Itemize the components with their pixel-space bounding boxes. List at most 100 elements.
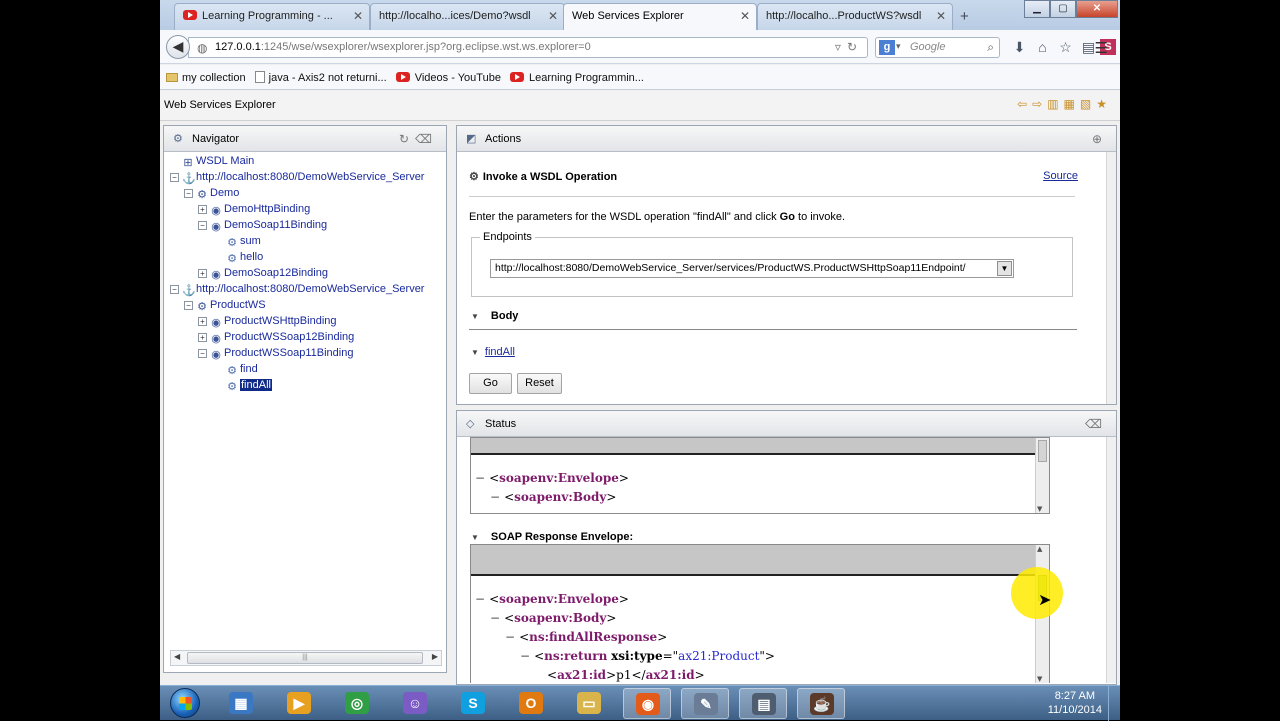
show-desktop-button[interactable]	[1108, 686, 1120, 721]
endpoint-select[interactable]: http://localhost:8080/DemoWebService_Ser…	[490, 259, 1014, 278]
favorites-icon[interactable]: ★	[1096, 97, 1112, 111]
search-icon[interactable]: ⌕	[987, 40, 994, 55]
findall-link[interactable]: findAll	[485, 346, 515, 358]
tree-node[interactable]: ⚙ hello	[226, 249, 263, 265]
tree-node-label[interactable]: ProductWS	[210, 299, 266, 311]
xml-collapse-icon[interactable]: −	[490, 490, 500, 504]
scrollbar-thumb[interactable]: |||	[187, 652, 423, 664]
status-clear-icon[interactable]: ⌫	[1085, 417, 1108, 431]
tab-close-icon[interactable]: ✕	[548, 9, 558, 23]
taskbar-messenger-button[interactable]: ☺	[391, 688, 439, 719]
maximize-icon[interactable]: ▢	[1050, 0, 1076, 18]
tree-node-label[interactable]: http://localhost:8080/DemoWebService_Ser…	[196, 171, 424, 183]
expand-icon[interactable]: +	[198, 269, 207, 278]
response-section-header[interactable]: ▼ SOAP Response Envelope:	[471, 531, 633, 543]
tree-node[interactable]: − ◉ ProductWSSoap11Binding	[198, 345, 353, 361]
tree-node[interactable]: − ⚙ Demo	[184, 185, 239, 201]
xml-collapse-icon[interactable]: −	[505, 630, 515, 644]
tab-learning-programming[interactable]: Learning Programming - ... ✕	[174, 3, 370, 30]
download-icon[interactable]: ⬇	[1008, 39, 1031, 56]
menu-icon[interactable]: ☰	[1095, 39, 1108, 57]
collapse-icon[interactable]: −	[184, 189, 193, 198]
tab-close-icon[interactable]: ✕	[740, 9, 750, 23]
tab-productws-wsdl[interactable]: http://localho...ProductWS?wsdl ✕	[757, 3, 953, 30]
tree-node-label[interactable]: WSDL Main	[196, 155, 254, 167]
start-button[interactable]	[170, 688, 200, 718]
taskbar-outlook-button[interactable]: O	[507, 688, 555, 719]
tree-node-label[interactable]: hello	[240, 251, 263, 263]
bookmark-learning-programming[interactable]: Learning Programmin...	[510, 72, 644, 84]
collapse-triangle-icon[interactable]: ▼	[471, 533, 479, 542]
tree-node-label[interactable]: ProductWSSoap12Binding	[224, 331, 354, 343]
xml-collapse-icon[interactable]: −	[475, 471, 485, 485]
findall-element[interactable]: ▼ findAll	[471, 346, 515, 358]
forward-icon[interactable]: ⇨	[1032, 97, 1047, 111]
taskbar-explorer-button[interactable]: ▦	[217, 688, 265, 719]
status-vertical-scrollbar[interactable]	[1106, 437, 1116, 683]
request-scrollbar[interactable]: ▼	[1035, 438, 1049, 513]
tab-close-icon[interactable]: ✕	[936, 9, 946, 23]
xml-collapse-icon[interactable]: −	[475, 592, 485, 606]
taskbar-folder-button[interactable]: ▭	[565, 688, 613, 719]
scroll-right-icon[interactable]: ▶	[432, 652, 438, 661]
tree-node[interactable]: + ◉ ProductWSSoap12Binding	[198, 329, 354, 345]
expand-icon[interactable]: +	[198, 205, 207, 214]
scroll-down-icon[interactable]: ▼	[1037, 675, 1042, 683]
xml-collapse-icon[interactable]: −	[490, 611, 500, 625]
system-clock[interactable]: 8:27 AM 11/10/2014	[1048, 689, 1102, 717]
wsdl-page-icon[interactable]: ▦	[1064, 97, 1080, 111]
source-link[interactable]: Source	[1043, 170, 1078, 182]
tab-close-icon[interactable]: ✕	[353, 9, 363, 23]
navigator-horizontal-scrollbar[interactable]: ◀ ||| ▶	[170, 650, 442, 666]
clear-icon[interactable]: ⌫	[415, 132, 438, 146]
tab-web-services-explorer[interactable]: Web Services Explorer ✕	[563, 3, 757, 30]
tree-node[interactable]: ⚙ findAll	[226, 377, 272, 393]
home-icon[interactable]: ⌂	[1031, 39, 1054, 56]
bookmark-my-collection[interactable]: my collection	[166, 72, 246, 84]
tree-node[interactable]: ⚙ sum	[226, 233, 261, 249]
tab-demo-wsdl[interactable]: http://localho...ices/Demo?wsdl ✕	[370, 3, 565, 30]
tree-node[interactable]: + ◉ DemoHttpBinding	[198, 201, 310, 217]
go-button[interactable]: Go	[469, 373, 512, 394]
tree-node[interactable]: + ◉ DemoSoap12Binding	[198, 265, 328, 281]
taskbar-calculator-button[interactable]: ▤	[739, 688, 787, 719]
bookmark-star-icon[interactable]: ☆	[1054, 39, 1077, 56]
minimize-icon[interactable]: ▁	[1024, 0, 1050, 18]
tree-node-label[interactable]: sum	[240, 235, 261, 247]
taskbar-skype-button[interactable]: S	[449, 688, 497, 719]
taskbar-chrome-button[interactable]: ◎	[333, 688, 381, 719]
collapse-triangle-icon[interactable]: ▼	[471, 312, 479, 321]
expand-icon[interactable]: +	[198, 333, 207, 342]
search-input[interactable]: g ▾ Google ⌕	[875, 37, 1000, 58]
collapse-icon[interactable]: −	[170, 173, 179, 182]
taskbar-media-player-button[interactable]: ▶	[275, 688, 323, 719]
tree-node-label[interactable]: DemoSoap12Binding	[224, 267, 328, 279]
tree-node[interactable]: − ◉ DemoSoap11Binding	[198, 217, 327, 233]
url-bar[interactable]: ◍ 127.0.0.1:1245/wse/wsexplorer/wsexplor…	[188, 37, 868, 58]
scroll-up-icon[interactable]: ▲	[1037, 545, 1042, 553]
tree-node-label[interactable]: ProductWSHttpBinding	[224, 315, 337, 327]
refresh-icon[interactable]: ↻	[399, 132, 415, 146]
collapse-icon[interactable]: −	[170, 285, 179, 294]
tree-node[interactable]: ⚙ find	[226, 361, 258, 377]
tree-node[interactable]: ⊞ WSDL Main	[182, 153, 254, 169]
collapse-icon[interactable]: −	[198, 221, 207, 230]
tree-node[interactable]: − ⚓http://localhost:8080/DemoWebService_S…	[170, 281, 424, 297]
tree-node[interactable]: − ⚓http://localhost:8080/DemoWebService_S…	[170, 169, 424, 185]
taskbar-firefox-button[interactable]: ◉	[623, 688, 671, 719]
engine-dropdown-icon[interactable]: ▾	[896, 41, 901, 52]
window-close-icon[interactable]: ✕	[1076, 0, 1118, 18]
reset-button[interactable]: Reset	[517, 373, 562, 394]
body-section-header[interactable]: ▼ Body	[471, 310, 518, 322]
scrollbar-thumb[interactable]	[1038, 440, 1047, 462]
expand-icon[interactable]: +	[198, 317, 207, 326]
expand-triangle-icon[interactable]: ▼	[471, 348, 479, 357]
tree-node-label[interactable]: find	[240, 363, 258, 375]
collapse-icon[interactable]: −	[198, 349, 207, 358]
new-tab-button[interactable]: +	[960, 8, 969, 25]
scroll-left-icon[interactable]: ◀	[174, 652, 180, 661]
scroll-down-icon[interactable]: ▼	[1037, 505, 1042, 513]
xml-collapse-icon[interactable]: −	[520, 649, 530, 663]
collapse-icon[interactable]: −	[184, 301, 193, 310]
reload-icon[interactable]: ↻	[847, 40, 863, 54]
